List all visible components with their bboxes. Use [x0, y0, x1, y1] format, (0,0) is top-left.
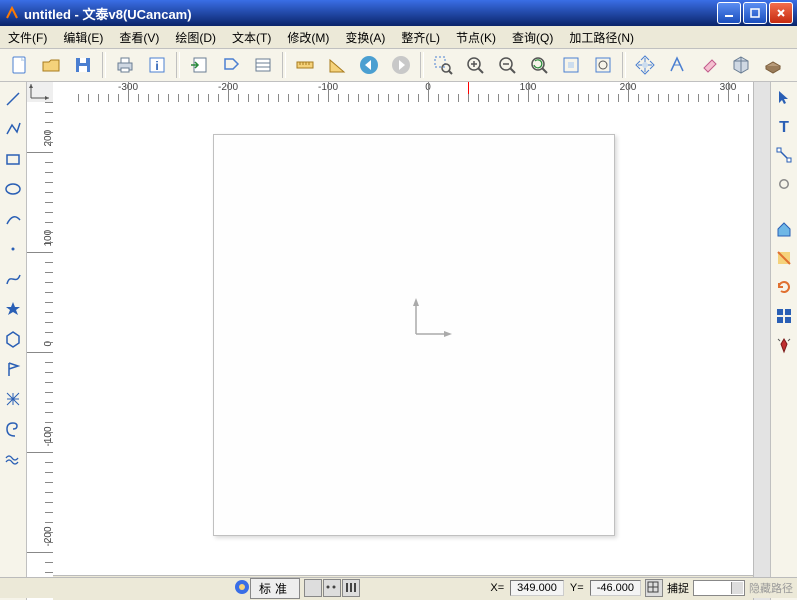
rectangle-tool[interactable] [2, 148, 24, 170]
material-button[interactable] [758, 50, 788, 80]
hide-path-label[interactable]: 隐藏路径 [749, 580, 793, 596]
zoom-page-button[interactable] [588, 50, 618, 80]
point-tool[interactable] [2, 238, 24, 260]
status-standard-label[interactable]: 标准 [250, 578, 300, 599]
open-button[interactable] [36, 50, 66, 80]
menu-node[interactable]: 节点(K) [452, 27, 500, 48]
menu-toolpath[interactable]: 加工路径(N) [565, 27, 638, 48]
link-tool[interactable] [775, 175, 793, 196]
properties-button[interactable]: i [142, 50, 172, 80]
arc-tool[interactable] [2, 208, 24, 230]
zoom-fit-button[interactable] [556, 50, 586, 80]
status-bar: 标准 X= 349.000 Y= -46.000 捕捉 隐藏路径 [0, 577, 797, 598]
zoom-in-button[interactable] [460, 50, 490, 80]
polygon-tool[interactable] [2, 328, 24, 350]
zoom-out-button[interactable] [492, 50, 522, 80]
curve-tool[interactable] [2, 268, 24, 290]
tag-button[interactable] [216, 50, 246, 80]
spiral-tool[interactable] [2, 418, 24, 440]
vertical-scrollbar[interactable] [753, 82, 770, 600]
hatch-tool[interactable] [2, 388, 24, 410]
menu-modify[interactable]: 修改(M) [283, 27, 333, 48]
minimize-button[interactable] [717, 2, 741, 24]
menu-align[interactable]: 整齐(L) [397, 27, 444, 48]
engrave-tool[interactable] [775, 336, 793, 357]
ruler-h-button[interactable] [290, 50, 320, 80]
menu-file[interactable]: 文件(F) [4, 27, 51, 48]
menu-query[interactable]: 查询(Q) [508, 27, 557, 48]
origin-axes-icon [408, 294, 458, 344]
save-button[interactable] [68, 50, 98, 80]
main-toolbar: i [0, 49, 797, 82]
wave-tool[interactable] [2, 448, 24, 470]
ruler-angle-button[interactable] [322, 50, 352, 80]
home-tool[interactable] [775, 220, 793, 241]
window-title: untitled - 文泰v8(UCancam) [24, 4, 717, 23]
import-button[interactable] [184, 50, 214, 80]
vertical-ruler[interactable]: 200 100 0 -100 -200 [27, 102, 54, 600]
body-area: -300 -200 -100 0 100 200 300 200 100 0 -… [0, 82, 797, 600]
star-tool[interactable] [2, 298, 24, 320]
x-value: 349.000 [510, 580, 564, 596]
x-label: X= [488, 582, 506, 594]
select-tool[interactable] [775, 88, 793, 109]
snap-label[interactable]: 捕捉 [667, 580, 689, 596]
y-value: -46.000 [590, 580, 641, 596]
pan-button[interactable] [630, 50, 660, 80]
menu-text[interactable]: 文本(T) [228, 27, 275, 48]
print-button[interactable] [110, 50, 140, 80]
svg-text:T: T [779, 119, 789, 135]
measure-button[interactable] [662, 50, 692, 80]
maximize-button[interactable] [743, 2, 767, 24]
menu-draw[interactable]: 绘图(D) [171, 27, 220, 48]
horizontal-ruler[interactable]: -300 -200 -100 0 100 200 300 [53, 82, 753, 103]
text-tool[interactable]: T [775, 117, 793, 138]
status-grid-icon[interactable] [645, 579, 663, 597]
menu-view[interactable]: 查看(V) [115, 27, 163, 48]
list-button[interactable] [248, 50, 278, 80]
titlebar: untitled - 文泰v8(UCancam) [0, 0, 797, 26]
ellipse-tool[interactable] [2, 178, 24, 200]
right-toolbox: T [770, 82, 797, 600]
canvas-wrap: -300 -200 -100 0 100 200 300 200 100 0 -… [27, 82, 753, 600]
line-tool[interactable] [2, 88, 24, 110]
ruler-corner[interactable] [27, 82, 54, 103]
mode-night-icon[interactable] [304, 579, 322, 597]
app-logo-icon [4, 5, 20, 21]
3d-preview-button[interactable] [726, 50, 756, 80]
svg-text:i: i [155, 59, 158, 73]
polyline-tool[interactable] [2, 118, 24, 140]
menubar: 文件(F) 编辑(E) 查看(V) 绘图(D) 文本(T) 修改(M) 变换(A… [0, 26, 797, 49]
mode-dots-icon[interactable] [323, 579, 341, 597]
mode-bars-icon[interactable] [342, 579, 360, 597]
status-app-icon [234, 579, 250, 598]
forward-button[interactable] [386, 50, 416, 80]
flag-tool[interactable] [2, 358, 24, 380]
new-button[interactable] [4, 50, 34, 80]
snap-combo[interactable] [693, 580, 745, 596]
y-label: Y= [568, 582, 586, 594]
menu-transform[interactable]: 变换(A) [341, 27, 389, 48]
node-edit-tool[interactable] [775, 146, 793, 167]
left-toolbox [0, 82, 27, 600]
zoom-refresh-button[interactable] [524, 50, 554, 80]
fill-tool[interactable] [775, 249, 793, 270]
menu-edit[interactable]: 编辑(E) [59, 27, 107, 48]
back-button[interactable] [354, 50, 384, 80]
grid-tool[interactable] [775, 307, 793, 328]
zoom-window-button[interactable] [428, 50, 458, 80]
eraser-button[interactable] [694, 50, 724, 80]
close-button[interactable] [769, 2, 793, 24]
refresh-tool[interactable] [775, 278, 793, 299]
canvas-stage[interactable] [53, 102, 753, 600]
